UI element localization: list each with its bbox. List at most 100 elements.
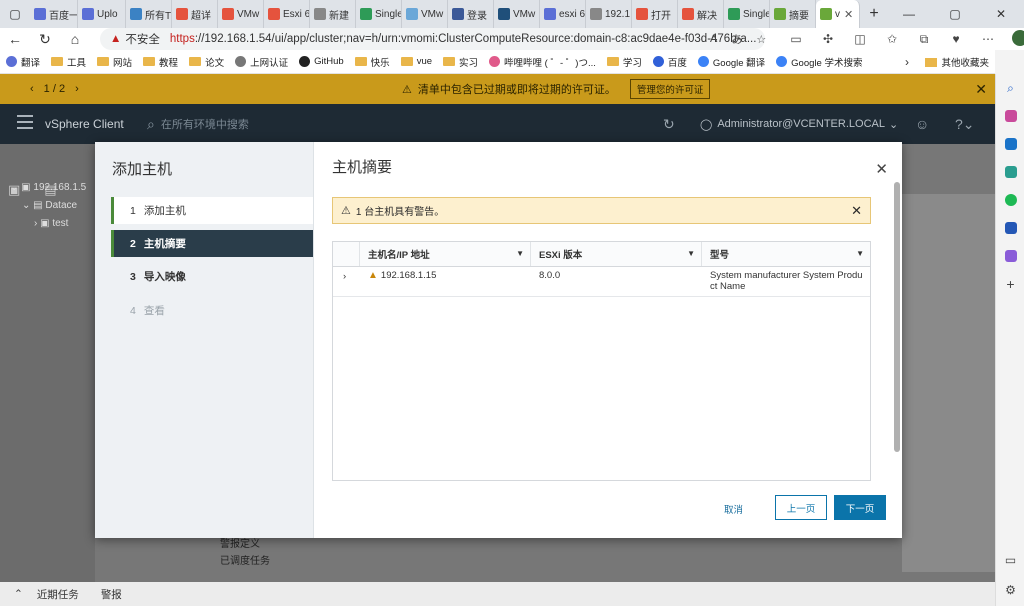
spotify-icon[interactable] bbox=[996, 186, 1024, 214]
reading-view-icon[interactable]: ▭ bbox=[780, 32, 812, 46]
other-bookmarks[interactable]: 其他收藏夹 bbox=[925, 50, 989, 74]
translate-icon[interactable]: あ bbox=[731, 31, 742, 47]
menu-scheduled-tasks[interactable]: 已调度任务 bbox=[220, 553, 270, 570]
favorite-star-icon[interactable]: ☆ bbox=[756, 33, 766, 46]
bookmark-item[interactable]: 快乐 bbox=[354, 55, 390, 69]
browser-tab[interactable]: 192.1 bbox=[586, 0, 632, 28]
bookmark-item[interactable]: 论文 bbox=[189, 55, 224, 69]
column-header-version[interactable]: ESXi 版本 ▼ bbox=[531, 242, 702, 266]
new-tab-button[interactable]: + bbox=[860, 5, 888, 23]
close-icon[interactable]: ✕ bbox=[975, 81, 987, 98]
browser-tab[interactable]: 超详 bbox=[172, 0, 218, 28]
bookmark-item[interactable]: Google 学术搜索 bbox=[776, 55, 862, 69]
recent-tasks-tab[interactable]: 近期任务 bbox=[37, 587, 79, 602]
browser-tab[interactable]: 摘要 bbox=[770, 0, 816, 28]
close-tab-icon[interactable]: ✕ bbox=[844, 8, 853, 21]
bookmark-item[interactable]: 实习 bbox=[443, 55, 478, 69]
chevron-right-icon[interactable]: › bbox=[905, 50, 909, 74]
browser-tab[interactable]: v ✕ bbox=[816, 0, 860, 28]
hamburger-menu-icon[interactable] bbox=[17, 115, 33, 129]
more-icon[interactable]: ⋯ bbox=[972, 32, 1004, 46]
bookmark-item[interactable]: 工具 bbox=[51, 55, 86, 69]
outlook-icon[interactable] bbox=[996, 130, 1024, 158]
home-icon[interactable]: ⌂ bbox=[60, 31, 90, 47]
close-icon[interactable]: ✕ bbox=[875, 160, 888, 178]
bookmark-item[interactable]: 上网认证 bbox=[235, 55, 288, 69]
bookmark-item[interactable]: 哔哩哔哩 ( ゜- ゜)つ... bbox=[489, 55, 596, 69]
user-menu[interactable]: ◯ Administrator@VCENTER.LOCAL ⌄ bbox=[700, 104, 898, 144]
close-window-icon[interactable]: ✕ bbox=[978, 0, 1024, 28]
global-search[interactable]: ⌕ 在所有环境中搜索 bbox=[147, 104, 249, 144]
filter-icon[interactable]: ▼ bbox=[856, 249, 864, 258]
browser-tab[interactable]: 百度一 bbox=[30, 0, 78, 28]
step-add-host[interactable]: 1 添加主机 bbox=[111, 197, 313, 224]
maximize-icon[interactable]: ▢ bbox=[932, 0, 978, 28]
bookmark-item[interactable]: 翻译 bbox=[6, 55, 40, 69]
screenshot-icon[interactable]: ▭ bbox=[996, 546, 1024, 574]
help-icon[interactable]: ?⌄ bbox=[955, 104, 975, 144]
browser-tab[interactable]: Uplo bbox=[78, 0, 126, 28]
profile-avatar[interactable] bbox=[1004, 29, 1024, 49]
browser-tab[interactable]: 登录 bbox=[448, 0, 494, 28]
refresh-icon[interactable]: ↻ bbox=[663, 104, 675, 144]
bookmark-item[interactable]: 学习 bbox=[606, 55, 642, 69]
browser-tab[interactable]: esxi 6 bbox=[540, 0, 586, 28]
step-import-image[interactable]: 3 导入映像 bbox=[111, 263, 313, 290]
back-icon[interactable]: ← bbox=[0, 31, 30, 47]
games-icon[interactable] bbox=[996, 158, 1024, 186]
browser-tab[interactable]: 新建 bbox=[310, 0, 356, 28]
cancel-button[interactable]: 取消 bbox=[724, 502, 743, 516]
browser-tab[interactable]: VMw bbox=[402, 0, 448, 28]
add-icon[interactable]: + bbox=[996, 270, 1024, 298]
collections-icon[interactable]: ⧉ bbox=[908, 32, 940, 47]
browser-tab[interactable]: 打开 bbox=[632, 0, 678, 28]
filter-icon[interactable]: ▼ bbox=[516, 249, 524, 258]
search-icon[interactable]: ⌕ bbox=[996, 74, 1024, 102]
translator-icon[interactable] bbox=[996, 214, 1024, 242]
app-icon[interactable] bbox=[996, 242, 1024, 270]
bookmark-item[interactable]: 教程 bbox=[143, 55, 178, 69]
browser-tab[interactable]: Single bbox=[724, 0, 770, 28]
prev-icon[interactable]: ‹ bbox=[30, 83, 34, 95]
scrollbar[interactable] bbox=[894, 182, 900, 452]
favorites-icon[interactable]: ✩ bbox=[876, 32, 908, 46]
gear-icon[interactable]: ⚙ bbox=[996, 576, 1024, 604]
extensions-icon[interactable]: ✣ bbox=[812, 32, 844, 46]
split-screen-icon[interactable]: ◫ bbox=[844, 32, 876, 46]
browser-tab[interactable]: VMw bbox=[494, 0, 540, 28]
bookmark-item[interactable]: Google 翻译 bbox=[697, 55, 765, 69]
shopping-icon[interactable] bbox=[996, 102, 1024, 130]
back-button[interactable]: 上一页 bbox=[775, 495, 827, 520]
menu-alarm-definitions[interactable]: 警报定义 bbox=[220, 536, 270, 553]
read-aloud-icon[interactable]: A bbox=[710, 33, 717, 45]
filter-icon[interactable]: ▼ bbox=[687, 249, 695, 258]
next-button[interactable]: 下一页 bbox=[834, 495, 886, 520]
close-icon[interactable]: ✕ bbox=[851, 203, 862, 219]
column-header-model[interactable]: 型号 ▼ bbox=[702, 242, 870, 266]
tab-actions-icon[interactable]: ▢ bbox=[0, 0, 30, 28]
browser-tab[interactable]: VMw bbox=[218, 0, 264, 28]
url-input[interactable]: ▲ 不安全 https ://192.168.1.54/ui/app/clust… bbox=[100, 28, 765, 50]
smiley-icon[interactable]: ☺ bbox=[915, 104, 929, 144]
chevron-up-icon[interactable]: ⌃ bbox=[14, 588, 23, 600]
alarms-tab[interactable]: 警报 bbox=[101, 587, 122, 602]
bookmark-item[interactable]: 网站 bbox=[97, 55, 132, 69]
browser-tab[interactable]: Single bbox=[356, 0, 402, 28]
bookmark-item[interactable]: GitHub bbox=[299, 56, 344, 67]
reload-icon[interactable]: ↻ bbox=[30, 31, 60, 48]
browser-tab[interactable]: 所有T bbox=[126, 0, 172, 28]
column-header-host[interactable]: 主机名/IP 地址 ▼ bbox=[360, 242, 531, 266]
tree-item-cluster[interactable]: › ▣ test bbox=[10, 215, 86, 233]
minimize-icon[interactable]: — bbox=[886, 0, 932, 28]
bookmark-item[interactable]: vue bbox=[400, 56, 432, 67]
bookmark-item[interactable]: 百度 bbox=[652, 55, 687, 69]
manage-license-button[interactable]: 管理您的许可证 bbox=[629, 79, 711, 99]
tree-item-datacenter[interactable]: ⌄ ▤ Datace bbox=[10, 197, 86, 215]
browser-tab[interactable]: Esxi 6 bbox=[264, 0, 310, 28]
performance-icon[interactable]: ♥ bbox=[940, 32, 972, 46]
browser-tab[interactable]: 解决 bbox=[678, 0, 724, 28]
tree-item-vcenter[interactable]: ⌄ ▣ 192.168.1.5 bbox=[10, 179, 86, 197]
expand-row-icon[interactable]: › bbox=[333, 267, 360, 296]
step-host-summary[interactable]: 2 主机摘要 bbox=[111, 230, 313, 257]
next-icon[interactable]: › bbox=[75, 83, 79, 95]
